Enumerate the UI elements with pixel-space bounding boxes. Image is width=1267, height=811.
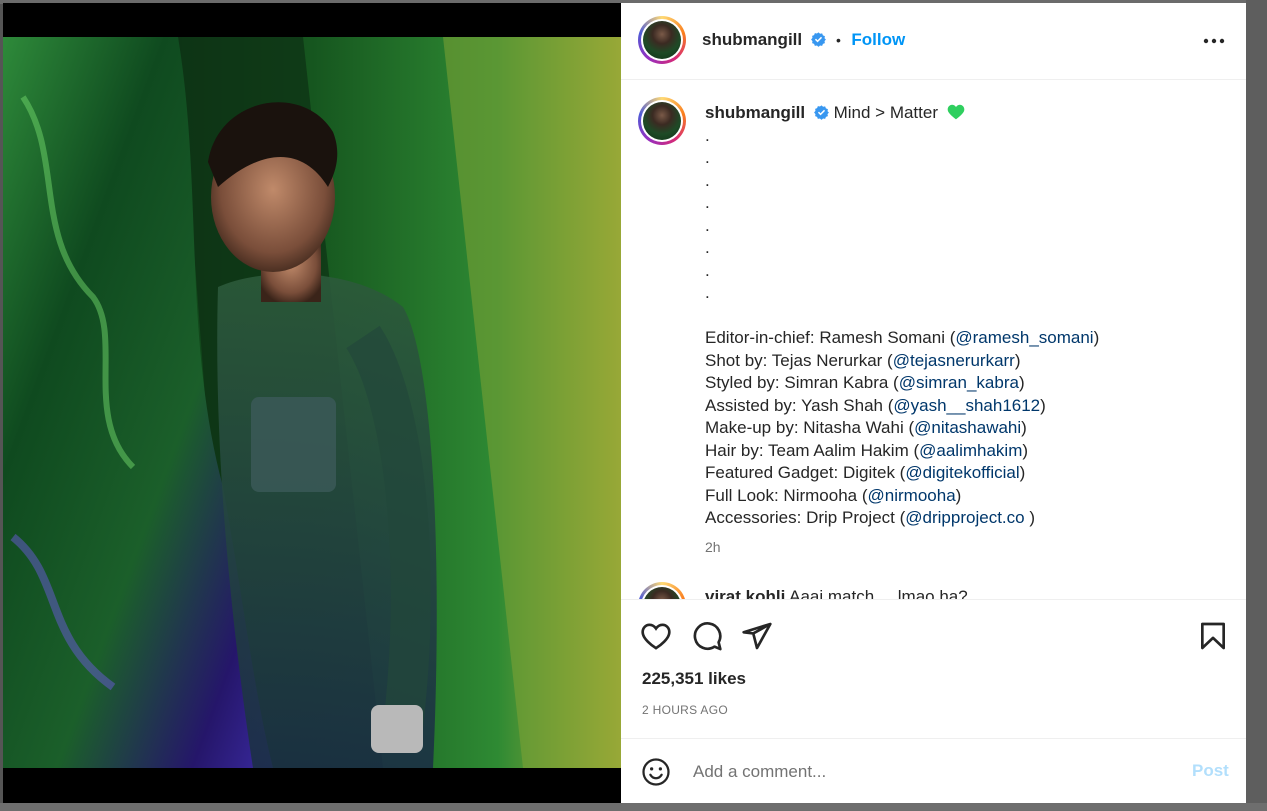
credit-mention-link[interactable]: @digitekofficial: [905, 463, 1019, 482]
credit-mention-link[interactable]: @tejasnerurkarr: [893, 351, 1015, 370]
caption-text: Mind > Matter: [833, 103, 938, 122]
credit-mention-link[interactable]: @ramesh_somani: [955, 328, 1093, 347]
more-options-icon[interactable]: [1202, 29, 1226, 53]
posted-time[interactable]: 2 HOURS AGO: [642, 703, 728, 717]
green-heart-emoji: [947, 104, 965, 120]
post-side-panel: shubmangill • Follow shubmangill Mind > …: [621, 3, 1246, 803]
caption-avatar[interactable]: [638, 97, 686, 145]
credit-label: Editor-in-chief: Ramesh Somani (: [705, 328, 956, 347]
caption-timestamp[interactable]: 2h: [705, 539, 1225, 555]
caption-block: shubmangill Mind > Matter ........ Edito…: [705, 102, 1225, 555]
credit-line: Accessories: Drip Project (@dripproject.…: [705, 507, 1225, 530]
heart-icon[interactable]: [640, 620, 672, 652]
credit-mention-link[interactable]: @nitashawahi: [914, 418, 1021, 437]
credit-label: Featured Gadget: Digitek (: [705, 463, 906, 482]
post-photo: [3, 37, 621, 768]
caption-dot: .: [705, 170, 710, 190]
header-separator: •: [836, 32, 841, 48]
credit-label: Hair by: Team Aalim Hakim (: [705, 440, 920, 460]
verified-badge-icon: [810, 32, 826, 47]
comment-icon[interactable]: [691, 620, 723, 652]
comment-input[interactable]: [691, 758, 1165, 786]
credit-line: Assisted by: Yash Shah (@yash__shah1612): [705, 395, 1225, 418]
header-username[interactable]: shubmangill: [702, 30, 802, 49]
credit-label: Accessories: Drip Project (: [705, 508, 906, 527]
credit-close: ): [955, 485, 962, 505]
comment-composer: Post: [621, 738, 1246, 804]
verified-badge-icon: [813, 105, 829, 120]
credit-mention-link[interactable]: @nirmooha: [868, 486, 956, 505]
caption-dot: .: [705, 148, 710, 167]
photo-illustration: [3, 37, 621, 768]
caption-dots: ........: [705, 125, 1225, 305]
next-comment-text: Aaaj match ... lmao ha?: [789, 587, 968, 599]
credit-line: Make-up by: Nitasha Wahi (@nitashawahi): [705, 417, 1225, 440]
credit-close: ): [1040, 395, 1046, 415]
comments-area[interactable]: shubmangill Mind > Matter ........ Edito…: [621, 80, 1246, 599]
post-comment-button[interactable]: Post: [1192, 761, 1229, 781]
credit-label: Full Look: Nirmooha (: [705, 485, 868, 505]
next-comment-avatar[interactable]: [638, 582, 686, 599]
credit-line: Hair by: Team Aalim Hakim (@aalimhakim): [705, 440, 1225, 463]
background-bottom-strip: [0, 803, 1267, 811]
next-comment-username[interactable]: virat.kohli: [705, 587, 785, 599]
credit-close: ): [1019, 463, 1026, 482]
credit-close: ): [1024, 508, 1035, 527]
credit-mention-link[interactable]: @aalimhakim: [919, 441, 1022, 460]
credit-mention-link[interactable]: @dripproject.co: [905, 508, 1024, 527]
credit-close: ): [1021, 418, 1027, 437]
credit-line: Full Look: Nirmooha (@nirmooha): [705, 485, 1225, 508]
credit-close: ): [1014, 350, 1021, 370]
credit-line: Styled by: Simran Kabra (@simran_kabra): [705, 372, 1225, 395]
post-actions: 225,351 likes 2 HOURS AGO: [621, 599, 1246, 740]
caption-dot: .: [705, 283, 710, 302]
credit-line: Shot by: Tejas Nerurkar (@tejasnerurkarr…: [705, 350, 1225, 373]
caption-dot: .: [705, 125, 710, 145]
caption-dot: .: [705, 193, 710, 212]
paper-plane-icon[interactable]: [741, 620, 773, 652]
caption-username[interactable]: shubmangill: [705, 103, 805, 122]
caption-dot: .: [705, 215, 710, 235]
header-identity: shubmangill • Follow: [702, 30, 905, 50]
bookmark-icon[interactable]: [1197, 620, 1229, 652]
credits-list: Editor-in-chief: Ramesh Somani (@ramesh_…: [705, 327, 1225, 530]
credit-close: ): [1018, 373, 1025, 392]
follow-button[interactable]: Follow: [851, 30, 905, 49]
post-header: shubmangill • Follow: [621, 3, 1246, 80]
post-media: [3, 3, 621, 803]
post-modal: shubmangill • Follow shubmangill Mind > …: [3, 3, 1246, 803]
likes-count[interactable]: 225,351 likes: [642, 669, 746, 689]
credit-label: Styled by: Simran Kabra (: [705, 373, 899, 392]
credit-line: Editor-in-chief: Ramesh Somani (@ramesh_…: [705, 327, 1225, 350]
emoji-icon[interactable]: [641, 757, 671, 787]
credit-close: ): [1093, 328, 1100, 347]
credit-line: Featured Gadget: Digitek (@digitekoffici…: [705, 462, 1225, 485]
credit-mention-link[interactable]: @yash__shah1612: [893, 396, 1040, 415]
next-comment: virat.kohli Aaaj match ... lmao ha?: [705, 586, 968, 599]
background-right-strip: [1246, 0, 1267, 811]
credit-close: ): [1022, 440, 1029, 460]
credit-mention-link[interactable]: @simran_kabra: [899, 373, 1019, 392]
credit-label: Assisted by: Yash Shah (: [705, 395, 894, 415]
credit-label: Shot by: Tejas Nerurkar (: [705, 350, 893, 370]
author-avatar[interactable]: [638, 16, 686, 64]
credit-label: Make-up by: Nitasha Wahi (: [705, 418, 915, 437]
caption-dot: .: [705, 238, 710, 257]
caption-dot: .: [705, 260, 710, 280]
